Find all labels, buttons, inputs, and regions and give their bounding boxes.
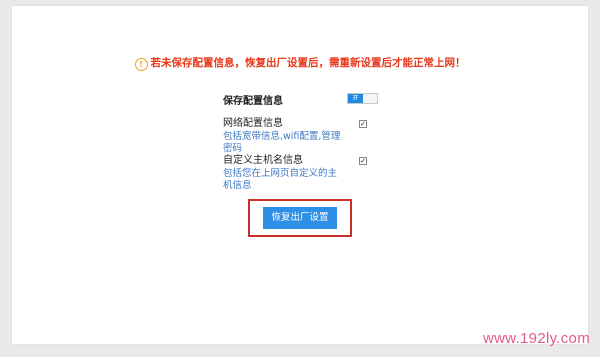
- toggle-on-indicator: 开: [348, 94, 363, 103]
- network-config-checkbox[interactable]: ✓: [359, 120, 367, 128]
- warning-text: 若未保存配置信息，恢复出厂设置后，需重新设置后才能正常上网！: [150, 57, 466, 69]
- info-circle-icon: !: [134, 58, 148, 71]
- settings-panel: ! 若未保存配置信息，恢复出厂设置后，需重新设置后才能正常上网！ 保存配置信息 开…: [12, 6, 588, 344]
- hostname-config-checkbox[interactable]: ✓: [359, 157, 367, 165]
- restore-factory-button[interactable]: 恢复出厂设置: [263, 207, 337, 229]
- warning-message: ! 若未保存配置信息，恢复出厂设置后，需重新设置后才能正常上网！: [12, 56, 588, 71]
- watermark-text: www.192ly.com: [483, 330, 590, 347]
- network-config-description: 包括宽带信息,wifi配置,管理密码: [223, 131, 341, 154]
- save-config-label: 保存配置信息: [223, 96, 283, 107]
- hostname-config-description: 包括您在上网页自定义的主机信息: [223, 168, 338, 191]
- hostname-config-title: 自定义主机名信息: [223, 155, 303, 166]
- network-config-title: 网络配置信息: [223, 118, 283, 129]
- save-config-toggle[interactable]: 开: [347, 93, 378, 104]
